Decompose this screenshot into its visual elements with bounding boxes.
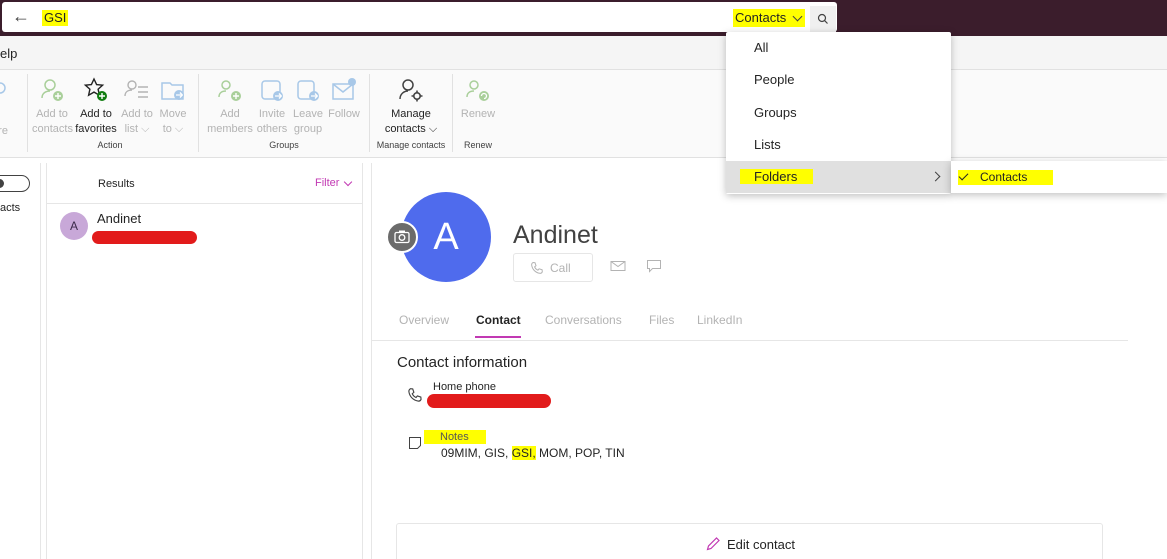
search-scope-dropdown[interactable]: Contacts bbox=[733, 9, 806, 27]
search-scope-menu: All People Groups Lists Folders bbox=[726, 32, 951, 194]
menu-item-all[interactable]: All bbox=[726, 32, 951, 64]
renew-button[interactable]: Renew bbox=[458, 76, 498, 122]
ribbon-group-renew: Renew bbox=[463, 140, 492, 150]
edit-contact-button[interactable]: Edit contact bbox=[705, 536, 795, 552]
add-to-list-button[interactable]: Add to list ⌵ bbox=[118, 76, 156, 137]
filter-label: Filter bbox=[315, 177, 340, 189]
folder-move-icon bbox=[161, 82, 184, 100]
pencil-icon bbox=[706, 537, 720, 551]
tab-contact[interactable]: Contact bbox=[476, 313, 521, 327]
contact-name: Andinet bbox=[97, 211, 142, 226]
mail-icon[interactable] bbox=[610, 260, 626, 272]
tab-conversations[interactable]: Conversations bbox=[545, 313, 622, 327]
search-button[interactable] bbox=[810, 6, 836, 32]
search-input[interactable]: GSI bbox=[42, 10, 69, 26]
renew-icon bbox=[466, 80, 489, 101]
tab-files[interactable]: Files bbox=[649, 313, 674, 327]
ribbon-group-action: Action bbox=[97, 140, 123, 150]
leave-group-icon bbox=[297, 80, 319, 101]
menu-item-people[interactable]: People bbox=[726, 64, 951, 96]
tab-linkedin[interactable]: LinkedIn bbox=[697, 313, 742, 327]
leave-group-button[interactable]: Leave group bbox=[290, 76, 326, 137]
ribbon-divider bbox=[198, 74, 199, 152]
left-pane: acts bbox=[0, 163, 41, 559]
ribbon: ore Add to contacts Add to favorites Add… bbox=[0, 70, 1167, 158]
note-icon bbox=[409, 437, 421, 449]
phone-icon bbox=[531, 261, 543, 274]
home-phone-label: Home phone bbox=[433, 381, 496, 393]
redaction-mark bbox=[427, 394, 551, 408]
folders-submenu: Contacts bbox=[951, 161, 1167, 193]
notes-value: 09MIM, GIS, GSI, MOM, POP, TIN bbox=[441, 446, 625, 460]
search-box[interactable]: ← GSI Contacts bbox=[2, 2, 837, 32]
menu-help[interactable]: elp bbox=[0, 46, 17, 61]
menu-item-groups[interactable]: Groups bbox=[726, 97, 951, 129]
move-to-button[interactable]: Move to ⌵ bbox=[156, 76, 190, 137]
back-arrow-icon[interactable]: ← bbox=[12, 6, 30, 27]
edit-card: Edit contact bbox=[396, 523, 1103, 559]
results-title: Results bbox=[98, 178, 135, 190]
chevron-right-icon bbox=[930, 171, 941, 182]
active-tab-indicator bbox=[475, 336, 521, 338]
tab-overview[interactable]: Overview bbox=[399, 313, 449, 327]
menu-strip: elp bbox=[0, 36, 1167, 70]
search-match-highlight: GSI, bbox=[511, 446, 536, 460]
menu-item-folders-label: Folders bbox=[740, 169, 814, 184]
contact-full-name: Andinet bbox=[513, 221, 598, 249]
results-pane: Results Filter A Andinet bbox=[46, 163, 363, 559]
people-list-icon bbox=[124, 80, 148, 98]
follow-button[interactable]: Follow bbox=[326, 76, 362, 122]
menu-item-lists[interactable]: Lists bbox=[726, 129, 951, 161]
contact-detail-pane: A Andinet Call Overview Contact Conversa… bbox=[371, 163, 1167, 559]
menu-item-folders[interactable]: Folders bbox=[726, 161, 951, 193]
filter-button[interactable]: Filter bbox=[315, 177, 353, 189]
ribbon-divider bbox=[452, 74, 453, 152]
chat-icon[interactable] bbox=[646, 259, 662, 273]
search-scope-label: Contacts bbox=[735, 10, 787, 25]
avatar: A bbox=[60, 212, 88, 240]
person-add-icon bbox=[41, 79, 63, 101]
add-to-contacts-button[interactable]: Add to contacts bbox=[32, 76, 73, 137]
ribbon-partial-button[interactable]: ore bbox=[0, 78, 14, 139]
camera-icon bbox=[394, 230, 410, 244]
ribbon-divider bbox=[27, 74, 28, 152]
ribbon-group-manage-contacts: Manage contacts bbox=[376, 140, 446, 150]
invite-others-button[interactable]: Invite others bbox=[255, 76, 289, 137]
change-photo-button[interactable] bbox=[386, 221, 418, 253]
call-label: Call bbox=[550, 260, 571, 275]
notes-label: Notes bbox=[424, 430, 486, 444]
divider bbox=[372, 340, 1128, 341]
edit-contact-label: Edit contact bbox=[727, 536, 795, 552]
phone-icon bbox=[408, 388, 422, 402]
mail-follow-icon bbox=[332, 78, 356, 100]
left-pane-label: acts bbox=[0, 202, 21, 214]
invite-icon bbox=[261, 80, 283, 101]
add-to-favorites-button[interactable]: Add to favorites bbox=[74, 76, 118, 137]
people-settings-icon bbox=[399, 79, 423, 102]
people-add-icon bbox=[218, 80, 241, 101]
add-members-button[interactable]: Add members bbox=[206, 76, 254, 137]
toggle-knob bbox=[0, 179, 4, 188]
star-add-icon bbox=[83, 77, 107, 101]
search-icon bbox=[817, 13, 828, 24]
toggle-switch[interactable] bbox=[0, 175, 30, 192]
call-button[interactable]: Call bbox=[513, 253, 593, 282]
submenu-item-contacts[interactable]: Contacts bbox=[958, 170, 1054, 185]
section-title: Contact information bbox=[397, 354, 528, 371]
ribbon-group-groups: Groups bbox=[269, 140, 299, 150]
redaction-mark bbox=[92, 231, 197, 244]
list-item[interactable]: A Andinet bbox=[47, 204, 362, 248]
manage-contacts-button[interactable]: Manage contacts ⌵ bbox=[374, 76, 448, 137]
chevron-down-icon bbox=[792, 11, 803, 21]
contact-icon bbox=[0, 82, 6, 94]
chevron-down-icon bbox=[344, 177, 353, 186]
ribbon-divider bbox=[369, 74, 370, 152]
